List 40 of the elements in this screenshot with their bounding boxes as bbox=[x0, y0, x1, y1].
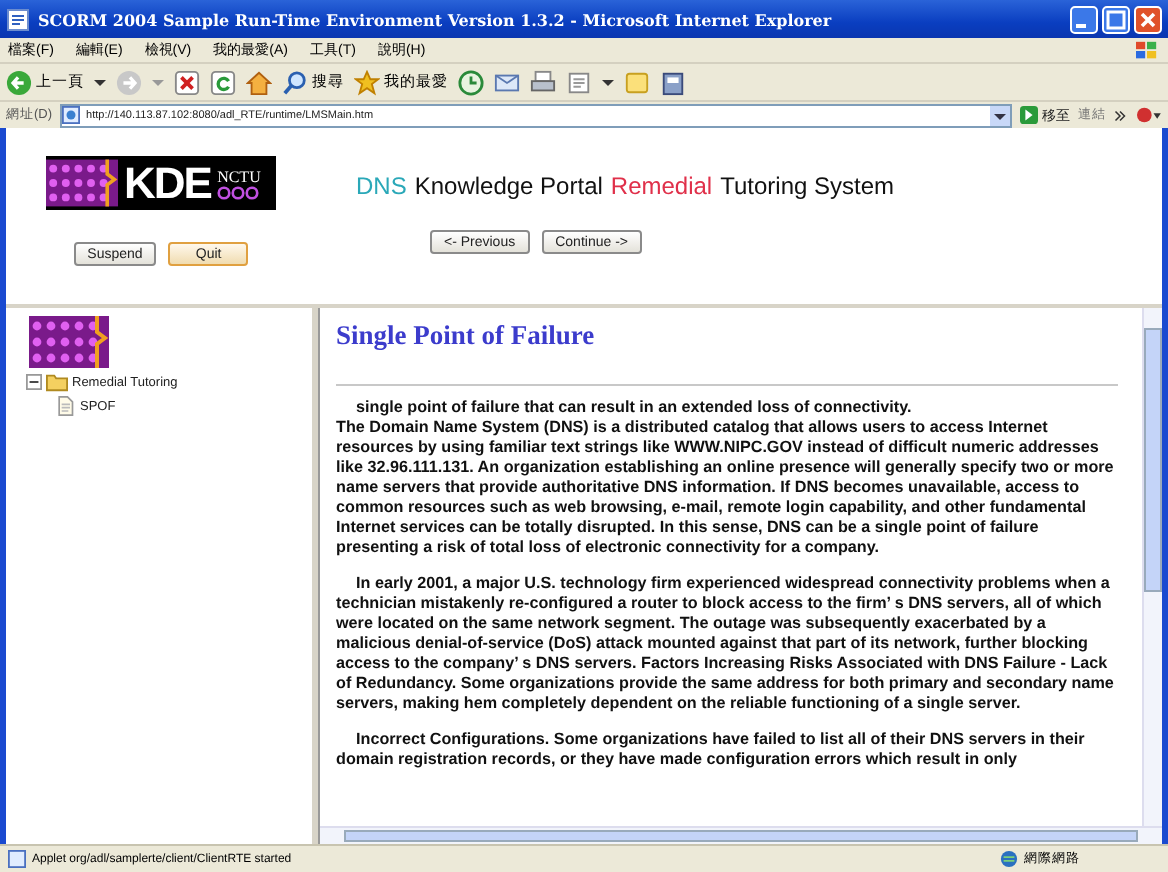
page-icon bbox=[8, 850, 26, 868]
page-icon bbox=[6, 7, 30, 31]
stop-icon[interactable] bbox=[174, 69, 200, 95]
page-icon bbox=[62, 106, 81, 124]
collapse-icon[interactable] bbox=[26, 374, 42, 390]
tool-icon[interactable] bbox=[660, 69, 686, 95]
windows-logo-icon bbox=[1134, 39, 1160, 61]
portal-title-word: DNS bbox=[356, 172, 407, 200]
page-heading: Single Point of Failure bbox=[336, 320, 597, 352]
star-icon bbox=[354, 69, 380, 95]
home-icon[interactable] bbox=[246, 69, 272, 95]
horizontal-scrollbar[interactable] bbox=[320, 826, 1162, 844]
folder-icon bbox=[46, 372, 68, 392]
toolbar-extension-icon[interactable] bbox=[1134, 104, 1162, 126]
portal-title-word: Tutoring System bbox=[720, 172, 895, 200]
globe-icon bbox=[1000, 850, 1018, 868]
history-icon[interactable] bbox=[458, 69, 484, 95]
edit-icon[interactable] bbox=[566, 69, 592, 95]
document-icon bbox=[54, 396, 76, 416]
portal-title-word: Remedial bbox=[610, 172, 713, 200]
dropdown-arrow-icon[interactable] bbox=[94, 76, 106, 88]
print-icon[interactable] bbox=[530, 69, 556, 95]
maximize-button[interactable] bbox=[1102, 5, 1130, 33]
search-icon bbox=[282, 69, 308, 95]
dots-logo-icon bbox=[26, 316, 112, 368]
dropdown-arrow-icon[interactable] bbox=[602, 76, 614, 88]
more-chevron-icon[interactable] bbox=[1114, 109, 1126, 121]
go-arrow-icon bbox=[1020, 106, 1038, 124]
portal-title-word: Knowledge Portal bbox=[414, 172, 603, 200]
close-button[interactable] bbox=[1134, 5, 1162, 33]
mail-icon[interactable] bbox=[494, 69, 520, 95]
paragraph: The Domain Name System (DNS) is a distributed catalog that allows users to access Internet resources by using familiar text strings like WWW.NIPC.GOV instead of difficult numeric addresses like 32.96.111.131. An organization establishing an online presence will generally specify two or more name servers that provide authoritative DNS information. If DNS becomes unavailable, access to common resources such as web browsing, e-mail, remote login capability, and other fundamental Internet services can be totally disrupted. In this sense, DNS can be a single point of failure presenting a risk of total loss of electronic connectivity for a company. bbox=[336, 418, 1116, 560]
minimize-button[interactable] bbox=[1070, 5, 1098, 33]
paragraph: Incorrect Configurations. Some organizations have failed to list all of their DNS servers in their domain registration records, or they have made configuration errors which result in only bbox=[336, 730, 1087, 770]
refresh-icon[interactable] bbox=[210, 69, 236, 95]
paragraph: In early 2001, a major U.S. technology firm experienced widespread connectivity problems when a technician mistakenly re-configured a router to block access to the firm’ s DNS servers, all of which were located on the same network segment. The outage was subsequently exacerbated by a malicious denial-of-service (DoS) attack mounted against that part of its network, further blocking access to the company’ s DNS servers. Factors Increasing Risks Associated with DNS Failure - Lack of Redundancy. Some organizations provide the same address for both primary and secondary name servers, making hem completely dependent on the reliable functioning of a single server. bbox=[336, 574, 1116, 716]
window-title: SCORM 2004 Sample Run-Time Environment Version 1.3.2 - Microsoft Internet Explorer bbox=[38, 9, 834, 29]
paragraph: single point of failure that can result in an extended loss of connectivity. bbox=[354, 398, 914, 418]
vertical-scrollbar[interactable] bbox=[1142, 308, 1162, 826]
back-arrow-icon bbox=[6, 69, 32, 95]
